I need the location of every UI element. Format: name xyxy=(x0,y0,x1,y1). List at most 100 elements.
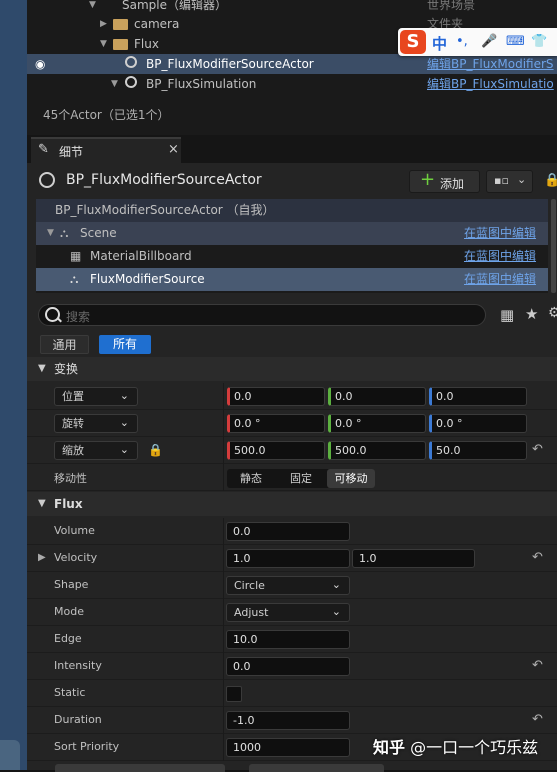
column-divider[interactable] xyxy=(223,572,224,599)
blueprint-options-button[interactable]: ▪▫ ⌄ xyxy=(486,170,533,193)
close-icon[interactable]: × xyxy=(168,142,179,157)
column-divider[interactable] xyxy=(223,653,224,680)
rotation-x-field[interactable]: 0.0 ° xyxy=(227,414,325,433)
column-divider[interactable] xyxy=(223,626,224,653)
property-matrix-icon[interactable]: ▦ xyxy=(500,306,514,324)
rotation-z-field[interactable]: 0.0 ° xyxy=(429,414,527,433)
outliner-row-label: Sample（编辑器） xyxy=(122,0,227,12)
component-label: BP_FluxModifierSourceActor （自我） xyxy=(55,203,275,217)
settings-gear-icon[interactable]: ⚙ xyxy=(548,305,557,321)
column-divider[interactable] xyxy=(223,410,224,437)
property-intensity: Intensity 0.0 ↶ xyxy=(27,653,557,680)
collapse-arrow-icon[interactable]: ▼ xyxy=(111,74,118,94)
lock-icon[interactable]: 🔒 xyxy=(544,173,557,188)
location-z-field[interactable]: 0.0 xyxy=(429,387,527,406)
rotation-y-field[interactable]: 0.0 ° xyxy=(328,414,426,433)
reset-to-default-icon[interactable]: ↶ xyxy=(532,658,543,673)
mobility-movable-option[interactable]: 可移动 xyxy=(327,469,375,488)
reset-to-default-icon[interactable]: ↶ xyxy=(532,550,543,565)
collapse-arrow-icon[interactable]: ▼ xyxy=(89,0,96,15)
skin-icon[interactable]: 👕 xyxy=(531,34,547,49)
location-mode-dropdown[interactable]: 位置 ⌄ xyxy=(54,387,138,406)
ime-mode-toggle[interactable]: 中 xyxy=(432,33,447,54)
component-row-billboard[interactable]: ▦ MaterialBillboard 在蓝图中编辑 xyxy=(36,245,548,268)
property-label: 移动性 xyxy=(54,472,87,485)
component-row-modifier-source[interactable]: ⛬ FluxModifierSource 在蓝图中编辑 xyxy=(36,268,548,291)
restart-simulation-button-partial[interactable] xyxy=(249,764,384,772)
duration-field[interactable]: -1.0 xyxy=(226,711,350,730)
rotation-mode-dropdown[interactable]: 旋转 ⌄ xyxy=(54,414,138,433)
expand-arrow-icon[interactable]: ▶ xyxy=(100,14,107,34)
volume-field[interactable]: 0.0 xyxy=(226,522,350,541)
category-transform[interactable]: ▼ 变换 xyxy=(27,357,557,381)
category-flux[interactable]: ▼ Flux xyxy=(27,492,557,516)
property-rotation: 旋转 ⌄ 0.0 ° 0.0 ° 0.0 ° xyxy=(27,410,557,437)
shape-dropdown[interactable]: Circle ⌄ xyxy=(226,576,350,595)
column-divider[interactable] xyxy=(223,383,224,410)
scale-x-field[interactable]: 500.0 xyxy=(227,441,325,460)
sogou-logo-icon[interactable]: S xyxy=(400,30,426,54)
filter-all-button[interactable]: 所有 xyxy=(99,335,151,354)
collapse-arrow-icon[interactable]: ▼ xyxy=(47,222,54,245)
favorites-star-icon[interactable]: ★ xyxy=(525,305,538,323)
reset-to-default-icon[interactable]: ↶ xyxy=(532,442,543,457)
property-scale: 缩放 ⌄ 🔒 500.0 500.0 50.0 ↶ xyxy=(27,437,557,464)
column-divider[interactable] xyxy=(223,599,224,626)
column-divider[interactable] xyxy=(223,680,224,707)
pencil-icon: ✎ xyxy=(38,142,49,157)
reset-to-default-icon[interactable]: ↶ xyxy=(532,712,543,727)
tree-scrollbar[interactable] xyxy=(551,199,556,293)
actor-icon xyxy=(125,76,137,88)
component-row-scene[interactable]: ▼ ⛬ Scene 在蓝图中编辑 xyxy=(36,222,548,245)
details-search[interactable]: 搜索 xyxy=(38,304,486,326)
add-component-button[interactable]: + 添加 xyxy=(409,169,480,193)
column-divider[interactable] xyxy=(223,437,224,464)
outliner-row-world[interactable]: ▼ Sample（编辑器） 世界场景 xyxy=(27,0,557,15)
lock-scale-icon[interactable]: 🔒 xyxy=(148,443,163,457)
outliner-row-modifier-actor[interactable]: ◉ BP_FluxModifierSourceActor 编辑BP_FluxMo… xyxy=(27,54,557,74)
velocity-y-field[interactable]: 1.0 xyxy=(352,549,475,568)
column-divider[interactable] xyxy=(223,545,224,572)
sort-priority-field[interactable]: 1000 xyxy=(226,738,350,757)
static-checkbox[interactable] xyxy=(226,686,242,702)
outliner-row-simulation[interactable]: ▼ BP_FluxSimulation 编辑BP_FluxSimulatio xyxy=(27,74,557,94)
location-x-field[interactable]: 0.0 xyxy=(227,387,325,406)
column-divider[interactable] xyxy=(223,734,224,761)
chevron-down-icon: ⌄ xyxy=(119,443,129,456)
collapse-arrow-icon: ▼ xyxy=(38,498,46,509)
location-y-field[interactable]: 0.0 xyxy=(328,387,426,406)
punctuation-icon[interactable]: •, xyxy=(456,34,468,49)
dropdown-label: 旋转 xyxy=(62,417,84,430)
collapse-arrow-icon[interactable]: ▼ xyxy=(100,34,107,54)
scale-mode-dropdown[interactable]: 缩放 ⌄ xyxy=(54,441,138,460)
mobility-static-option[interactable]: 静态 xyxy=(227,469,275,488)
keyboard-icon[interactable]: ⌨ xyxy=(506,34,525,49)
velocity-x-field[interactable]: 1.0 xyxy=(226,549,350,568)
intensity-field[interactable]: 0.0 xyxy=(226,657,350,676)
column-divider[interactable] xyxy=(223,464,224,491)
property-volume: Volume 0.0 xyxy=(27,518,557,545)
edit-in-blueprint-link[interactable]: 在蓝图中编辑 xyxy=(464,268,536,291)
outliner-row-edit-link[interactable]: 编辑BP_FluxModifierS xyxy=(427,54,557,74)
filter-common-button[interactable]: 通用 xyxy=(40,335,89,354)
expand-arrow-icon[interactable]: ▶ xyxy=(38,552,46,563)
visibility-eye-icon[interactable]: ◉ xyxy=(35,54,45,74)
ime-toolbar: S 中 •, 🎤 ⌨ 👕 xyxy=(398,28,557,56)
edit-in-blueprint-link[interactable]: 在蓝图中编辑 xyxy=(464,245,536,268)
move-generate-button-partial[interactable] xyxy=(55,764,225,772)
component-row-root[interactable]: BP_FluxModifierSourceActor （自我） xyxy=(36,199,548,222)
scale-y-field[interactable]: 500.0 xyxy=(328,441,426,460)
column-divider[interactable] xyxy=(223,707,224,734)
column-divider[interactable] xyxy=(223,518,224,545)
mode-dropdown[interactable]: Adjust ⌄ xyxy=(226,603,350,622)
search-icon xyxy=(45,307,60,322)
edge-field[interactable]: 10.0 xyxy=(226,630,350,649)
mobility-stationary-option[interactable]: 固定 xyxy=(277,469,325,488)
microphone-icon[interactable]: 🎤 xyxy=(481,34,497,49)
edit-in-blueprint-link[interactable]: 在蓝图中编辑 xyxy=(464,222,536,245)
outliner-row-edit-link[interactable]: 编辑BP_FluxSimulatio xyxy=(427,74,557,94)
details-tab-bar: ✎ 细节 × xyxy=(27,137,557,163)
tab-details[interactable]: ✎ 细节 × xyxy=(31,137,181,163)
scale-z-field[interactable]: 50.0 xyxy=(429,441,527,460)
component-label: FluxModifierSource xyxy=(90,272,205,286)
